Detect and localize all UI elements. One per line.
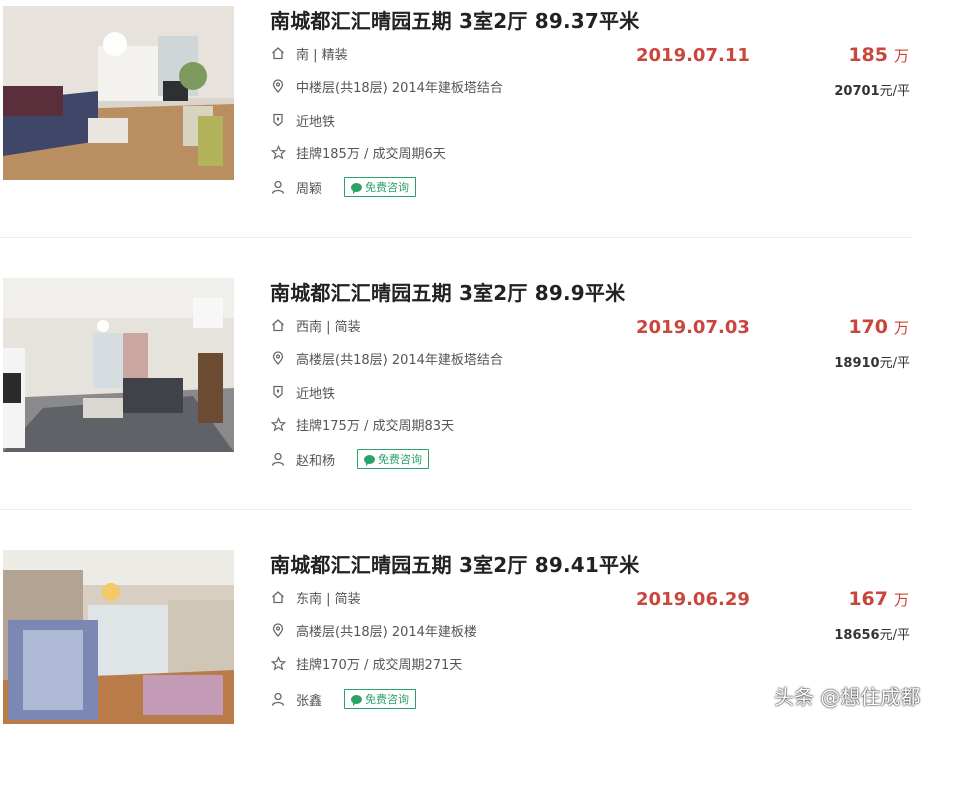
orientation-decor: 南 | 精装 bbox=[296, 47, 348, 63]
chat-icon bbox=[351, 694, 363, 706]
listing-title[interactable]: 南城都汇汇晴园五期 3室2厅 89.41平米 bbox=[270, 549, 639, 578]
star-icon bbox=[270, 655, 286, 671]
listing-photo[interactable] bbox=[3, 278, 234, 452]
price-unit: 万 bbox=[893, 591, 909, 609]
orientation-row: 东南 | 简装 bbox=[270, 587, 361, 607]
free-consult-button[interactable]: 免费咨询 bbox=[357, 449, 430, 469]
floor-row: 高楼层(共18层) 2014年建板塔结合 bbox=[270, 348, 503, 368]
deal-date: 2019.07.03 bbox=[636, 317, 750, 338]
listing-title[interactable]: 南城都汇汇晴园五期 3室2厅 89.37平米 bbox=[270, 5, 639, 34]
price-value: 170 bbox=[848, 316, 888, 338]
location-pin-icon bbox=[270, 622, 286, 638]
unit-price: 18656元/平 bbox=[834, 624, 910, 643]
total-price: 185 万 bbox=[848, 44, 909, 66]
unit-price-suffix: 元/平 bbox=[879, 84, 910, 99]
watermark: 头条 @想住成都 bbox=[774, 685, 921, 709]
chat-icon bbox=[351, 182, 363, 194]
free-consult-button[interactable]: 免费咨询 bbox=[344, 689, 417, 709]
total-price: 167 万 bbox=[848, 588, 909, 610]
agent-row: 赵和杨 免费咨询 bbox=[270, 449, 430, 469]
unit-price-suffix: 元/平 bbox=[879, 356, 910, 371]
consult-label: 免费咨询 bbox=[365, 693, 410, 706]
star-icon bbox=[270, 416, 286, 432]
agent-name[interactable]: 周颖 bbox=[296, 178, 322, 197]
listing-card[interactable]: 南城都汇汇晴园五期 3室2厅 89.37平米 南 | 精装 中楼层(共18层) … bbox=[0, 0, 973, 260]
consult-label: 免费咨询 bbox=[378, 453, 423, 466]
agent-name[interactable]: 张鑫 bbox=[296, 690, 322, 709]
listing-info: 挂牌170万 / 成交周期271天 bbox=[296, 657, 463, 673]
listing-photo[interactable] bbox=[3, 6, 234, 180]
listing-info: 挂牌175万 / 成交周期83天 bbox=[296, 418, 454, 434]
agent-name[interactable]: 赵和杨 bbox=[296, 450, 335, 469]
total-price: 170 万 bbox=[848, 316, 909, 338]
unit-price-suffix: 元/平 bbox=[879, 628, 910, 643]
orientation-decor: 西南 | 简装 bbox=[296, 319, 361, 335]
house-icon bbox=[270, 589, 286, 605]
floor-row: 中楼层(共18层) 2014年建板塔结合 bbox=[270, 76, 503, 96]
price-unit: 万 bbox=[893, 47, 909, 65]
unit-price: 20701元/平 bbox=[834, 80, 910, 99]
listing-info-row: 挂牌175万 / 成交周期83天 bbox=[270, 414, 454, 434]
orientation-decor: 东南 | 简装 bbox=[296, 591, 361, 607]
floor-info: 中楼层(共18层) 2014年建板塔结合 bbox=[296, 80, 503, 96]
deal-date: 2019.07.11 bbox=[636, 45, 750, 66]
tag-row: 近地铁 bbox=[270, 382, 335, 402]
person-icon bbox=[270, 451, 286, 467]
price-value: 167 bbox=[848, 588, 888, 610]
house-icon bbox=[270, 317, 286, 333]
divider bbox=[0, 237, 912, 238]
location-pin-icon bbox=[270, 78, 286, 94]
listing-info: 挂牌185万 / 成交周期6天 bbox=[296, 146, 446, 162]
listing-tag: 近地铁 bbox=[296, 114, 336, 130]
price-unit: 万 bbox=[893, 319, 909, 337]
shield-icon bbox=[270, 384, 286, 400]
free-consult-button[interactable]: 免费咨询 bbox=[344, 177, 417, 197]
unit-price-value: 18910 bbox=[834, 356, 880, 371]
location-pin-icon bbox=[270, 350, 286, 366]
shield-icon bbox=[270, 112, 286, 128]
consult-label: 免费咨询 bbox=[365, 181, 410, 194]
unit-price-value: 20701 bbox=[834, 84, 880, 99]
orientation-row: 南 | 精装 bbox=[270, 43, 348, 63]
person-icon bbox=[270, 691, 286, 707]
house-icon bbox=[270, 45, 286, 61]
agent-row: 张鑫 免费咨询 bbox=[270, 689, 417, 709]
listing-photo[interactable] bbox=[3, 550, 234, 724]
unit-price-value: 18656 bbox=[834, 628, 880, 643]
divider bbox=[0, 509, 912, 510]
listing-info-row: 挂牌185万 / 成交周期6天 bbox=[270, 142, 446, 162]
deal-date: 2019.06.29 bbox=[636, 589, 750, 610]
orientation-row: 西南 | 简装 bbox=[270, 315, 361, 335]
floor-info: 高楼层(共18层) 2014年建板楼 bbox=[296, 624, 477, 640]
listing-card[interactable]: 南城都汇汇晴园五期 3室2厅 89.41平米 东南 | 简装 高楼层(共18层)… bbox=[0, 544, 973, 804]
listing-card[interactable]: 南城都汇汇晴园五期 3室2厅 89.9平米 西南 | 简装 高楼层(共18层) … bbox=[0, 272, 973, 532]
agent-row: 周颖 免费咨询 bbox=[270, 177, 417, 197]
listing-title[interactable]: 南城都汇汇晴园五期 3室2厅 89.9平米 bbox=[270, 277, 625, 306]
price-value: 185 bbox=[848, 44, 888, 66]
star-icon bbox=[270, 144, 286, 160]
floor-row: 高楼层(共18层) 2014年建板楼 bbox=[270, 620, 477, 640]
listing-tag: 近地铁 bbox=[296, 386, 336, 402]
person-icon bbox=[270, 179, 286, 195]
chat-icon bbox=[364, 454, 376, 466]
floor-info: 高楼层(共18层) 2014年建板塔结合 bbox=[296, 352, 503, 368]
tag-row: 近地铁 bbox=[270, 110, 335, 130]
listing-info-row: 挂牌170万 / 成交周期271天 bbox=[270, 653, 462, 673]
unit-price: 18910元/平 bbox=[834, 352, 910, 371]
